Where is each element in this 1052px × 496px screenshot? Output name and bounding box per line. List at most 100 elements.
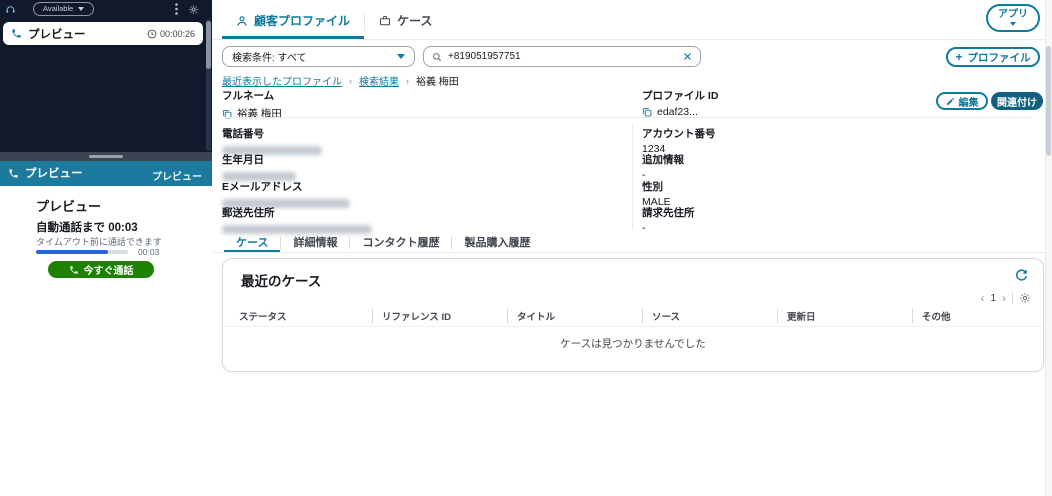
detail-tab-label: ケース xyxy=(236,236,269,249)
postal-address-label: 郵送先住所 xyxy=(222,207,275,219)
autocall-progress: 00:03 xyxy=(36,247,159,257)
breadcrumb-separator: › xyxy=(349,75,352,86)
associate-profile-label: 関連付け xyxy=(997,97,1037,109)
apps-button[interactable]: アプリ xyxy=(986,4,1040,32)
profile-id-field: プロファイル ID edaf23... xyxy=(642,88,718,118)
page-scrollbar-thumb[interactable] xyxy=(1046,46,1051,156)
detail-tab-contact-history[interactable]: コンタクト履歴 xyxy=(350,233,451,252)
detail-tab-label: 製品購入履歴 xyxy=(464,236,531,249)
detail-tab-label: 詳細情報 xyxy=(293,236,338,249)
tab-customer-profile[interactable]: 顧客プロファイル xyxy=(222,5,365,39)
column-header-title[interactable]: タイトル xyxy=(507,309,642,323)
fullname-label: フルネーム xyxy=(222,90,275,102)
column-header-other[interactable]: その他 xyxy=(912,309,1047,323)
agent-status-select[interactable]: Available xyxy=(33,2,95,16)
chevron-down-icon xyxy=(397,54,405,59)
breadcrumb-current: 裕義 梅田 xyxy=(416,77,459,88)
progress-fill xyxy=(36,250,108,254)
call-timer: 00:00:26 xyxy=(159,28,195,39)
dots-vertical-icon[interactable] xyxy=(175,3,178,15)
plus-icon: + xyxy=(955,50,963,64)
column-header-reference-id[interactable]: リファレンス ID xyxy=(372,309,507,323)
gear-icon[interactable] xyxy=(188,4,199,15)
add-profile-label: プロファイル xyxy=(967,51,1031,64)
case-table-pagination: ‹ 1 › xyxy=(980,292,1031,304)
billing-address-label: 請求先住所 xyxy=(642,207,695,219)
preview-panel-body: プレビュー 自動通話まで 00:03 タイムアウト前に通話できます 00:03 … xyxy=(0,186,212,496)
pencil-icon xyxy=(946,97,955,106)
chevron-down-icon xyxy=(1010,22,1016,26)
breadcrumb-separator: › xyxy=(406,75,409,86)
panel-splitter[interactable] xyxy=(0,152,212,161)
ccp-panel: Available プレビュー 00:00:26 プレビュー プレビュー プレビ… xyxy=(0,0,212,496)
billing-address-field: 請求先住所 - xyxy=(642,205,695,234)
column-header-status[interactable]: ステータス xyxy=(237,309,372,323)
gender-field: 性別 MALE xyxy=(642,179,671,208)
birthdate-field: 生年月日 xyxy=(222,152,296,181)
detail-tab-label: コンタクト履歴 xyxy=(362,236,440,249)
recent-cases-card: 最近のケース ‹ 1 › ステータス リファレンス ID タイトル ソース 更新… xyxy=(222,258,1048,372)
breadcrumb: 最近表示したプロファイル › 検索結果 › 裕義 梅田 xyxy=(222,73,459,89)
phone-icon xyxy=(8,168,19,179)
ccp-scrollbar-thumb[interactable] xyxy=(206,21,211,69)
recent-cases-title: 最近のケース xyxy=(241,274,322,289)
account-number-label: アカウント番号 xyxy=(642,128,716,140)
postal-address-field: 郵送先住所 xyxy=(222,205,372,234)
column-header-source[interactable]: ソース xyxy=(642,309,777,323)
preview-title: プレビュー xyxy=(36,199,102,214)
search-icon xyxy=(432,52,442,62)
case-table-header: ステータス リファレンス ID タイトル ソース 更新日 その他 xyxy=(237,309,1048,323)
detail-tab-details[interactable]: 詳細情報 xyxy=(281,233,349,252)
active-call-bar[interactable]: プレビュー 00:00:26 xyxy=(3,22,203,45)
ccp-dark-area: Available プレビュー 00:00:26 xyxy=(0,0,212,152)
page-next-icon[interactable]: › xyxy=(1002,292,1006,304)
workspace-main: 顧客プロファイル ケース アプリ 検索条件: すべて +819051957751… xyxy=(212,0,1052,496)
call-now-label: 今すぐ通話 xyxy=(83,266,134,277)
breadcrumb-link-recent-profiles[interactable]: 最近表示したプロファイル xyxy=(222,73,342,88)
fullname-value: 裕義 梅田 xyxy=(237,108,282,120)
profile-id-label: プロファイル ID xyxy=(642,90,719,102)
gear-icon[interactable] xyxy=(1019,292,1031,304)
briefcase-icon xyxy=(379,15,391,27)
associate-profile-button[interactable]: 関連付け xyxy=(991,92,1043,110)
profile-search-input[interactable]: +819051957751 xyxy=(423,46,701,67)
detail-tab-purchase-history[interactable]: 製品購入履歴 xyxy=(452,233,542,252)
close-icon[interactable] xyxy=(683,52,692,61)
account-number-field: アカウント番号 1234 xyxy=(642,126,716,155)
add-profile-button[interactable]: + プロファイル xyxy=(946,47,1040,67)
splitter-drag-handle[interactable] xyxy=(89,155,123,158)
phone-icon xyxy=(11,28,22,39)
column-header-updated[interactable]: 更新日 xyxy=(777,309,912,323)
preview-panel-header-action[interactable]: プレビュー xyxy=(152,168,202,183)
phone-field: 電話番号 xyxy=(222,126,322,155)
refresh-icon[interactable] xyxy=(1014,268,1029,283)
user-icon xyxy=(236,15,248,27)
edit-profile-label: 編集 xyxy=(958,97,979,109)
page-prev-icon[interactable]: ‹ xyxy=(980,292,984,304)
empty-state-message: ケースは見つかりませんでした xyxy=(560,338,706,350)
phone-label: 電話番号 xyxy=(222,128,264,140)
additional-info-field: 追加情報 - xyxy=(642,152,684,181)
detail-tabbar: ケース 詳細情報 コンタクト履歴 製品購入履歴 xyxy=(212,233,1052,253)
copy-icon[interactable] xyxy=(642,107,652,117)
apps-button-label: アプリ xyxy=(998,9,1028,20)
profile-divider-horizontal xyxy=(222,117,1034,118)
gender-label: 性別 xyxy=(642,181,663,193)
detail-tab-cases[interactable]: ケース xyxy=(224,233,281,252)
breadcrumb-link-search-results[interactable]: 検索結果 xyxy=(359,73,399,88)
additional-info-label: 追加情報 xyxy=(642,154,684,166)
pager-divider xyxy=(1012,292,1013,304)
progress-track xyxy=(36,250,128,254)
search-query-value: +819051957751 xyxy=(448,51,521,62)
agent-status-label: Available xyxy=(43,4,74,14)
call-now-button[interactable]: 今すぐ通話 xyxy=(48,261,154,278)
clock-icon xyxy=(147,29,157,39)
ccp-top-bar: Available xyxy=(0,0,212,18)
call-bar-label: プレビュー xyxy=(28,28,86,41)
email-field: Eメールアドレス xyxy=(222,179,350,208)
tab-cases[interactable]: ケース xyxy=(365,5,446,39)
tab-label: 顧客プロファイル xyxy=(254,14,351,28)
search-filter-select[interactable]: 検索条件: すべて xyxy=(222,46,415,67)
birthdate-label: 生年月日 xyxy=(222,154,264,166)
edit-profile-button[interactable]: 編集 xyxy=(936,92,988,110)
